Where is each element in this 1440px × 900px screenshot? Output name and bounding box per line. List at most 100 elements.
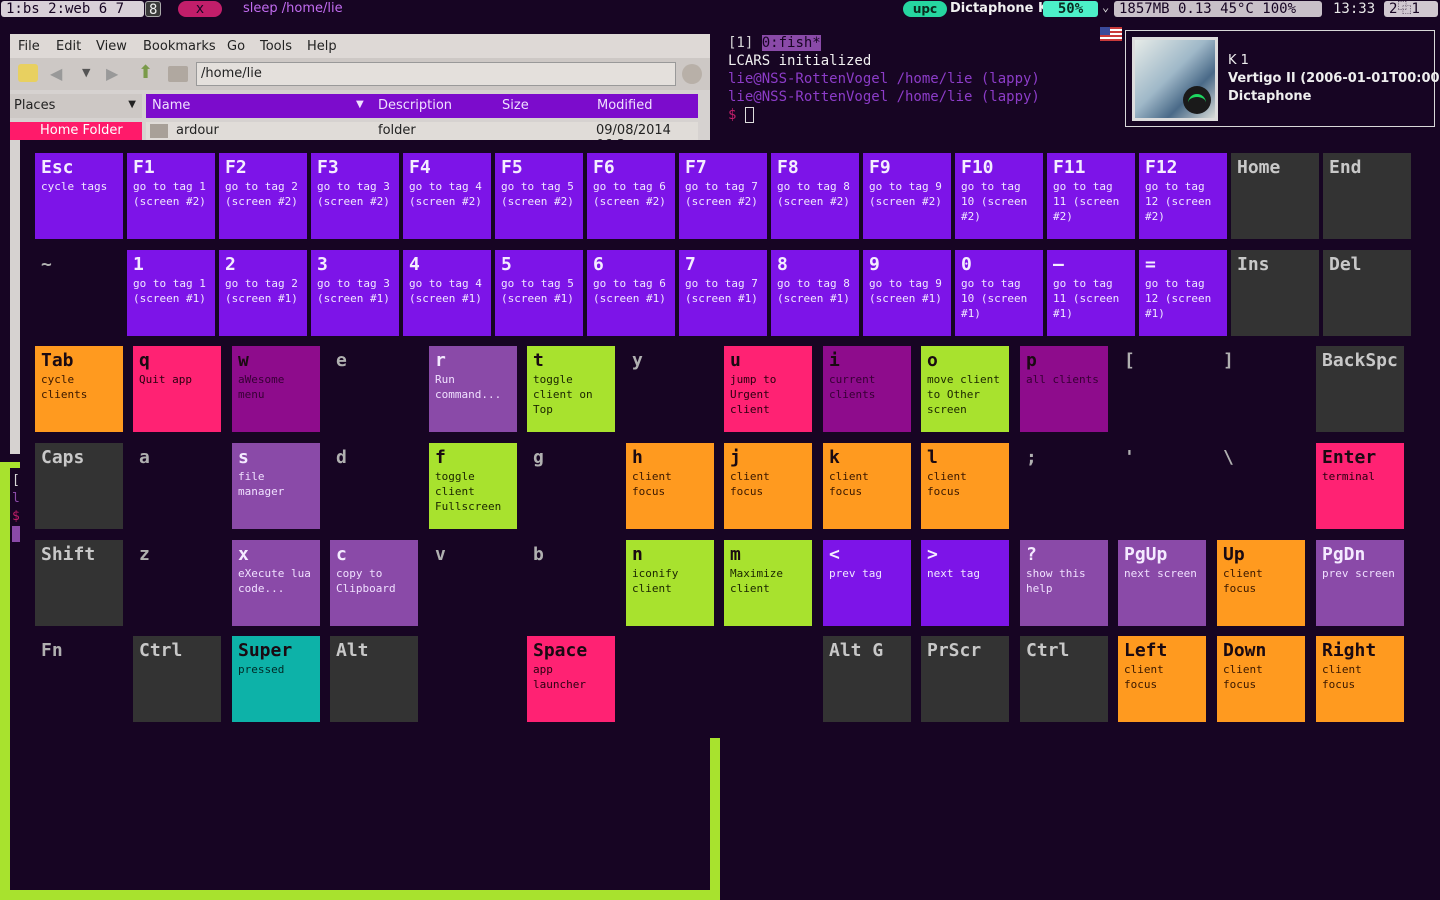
key-description: go to tag 1 (screen #2) [133,180,206,208]
key-label: v [435,544,446,565]
key-description: show this help [1026,567,1086,595]
key-label: Home [1237,157,1281,178]
tag-current[interactable]: 8 [145,1,161,18]
screen-indicator[interactable]: 2⿻1 [1384,1,1438,17]
key-label: Ctrl [139,640,183,661]
key-n: n iconify client [626,540,714,626]
key-description: app launcher [533,663,586,691]
key-label: h [632,447,643,468]
key-prscr: PrScr [921,636,1009,722]
tasklist-title[interactable]: sleep /home/lie [243,1,343,16]
menu-file[interactable]: File [18,39,40,54]
key-esc: Esc cycle tags [35,153,123,239]
terminal-input-line[interactable]: $ [728,106,1128,124]
close-client-button[interactable]: x [178,1,222,17]
key-y: y [626,346,714,432]
key-label: z [139,544,150,565]
folder-icon [168,66,188,82]
key-description: go to tag 4 (screen #2) [409,180,482,208]
key-f11: F11 go to tag 11 (screen #2) [1047,153,1135,239]
home-icon[interactable] [18,64,38,82]
column-modified[interactable]: Modified [597,98,652,113]
key-f1: F1 go to tag 1 (screen #2) [127,153,215,239]
key-label: b [533,544,544,565]
key-f3: F3 go to tag 3 (screen #2) [311,153,399,239]
places-header[interactable]: Places ▼ [10,94,142,118]
history-dropdown-icon[interactable]: ▼ [82,66,90,79]
network-widget[interactable]: upc [903,1,947,17]
key-label: o [927,350,938,371]
key-7: 7 go to tag 7 (screen #1) [679,250,767,336]
key-label: F3 [317,157,339,178]
key-super: Super pressed [232,636,320,722]
key-p: p all clients [1020,346,1108,432]
cursor [744,107,754,123]
key-description: toggle client Fullscreen [435,470,502,513]
forward-icon[interactable]: ▶ [106,64,118,83]
key-sym26: – go to tag 11 (screen #1) [1047,250,1135,336]
us-flag-icon[interactable] [1100,27,1122,41]
menu-bookmarks[interactable]: Bookmarks [143,39,216,54]
key-description: eXecute lua code... [238,567,311,595]
key-description: go to tag 4 (screen #1) [409,277,482,305]
key-j: j client focus [724,443,812,529]
key-space: Space app launcher [527,636,615,722]
menu-help[interactable]: Help [307,39,337,54]
menubar: File Edit View Bookmarks Go Tools Help [10,34,710,58]
reload-icon[interactable] [682,64,702,84]
menu-view[interactable]: View [96,39,127,54]
key-label: Tab [41,350,74,371]
key-description: aWesome menu [238,373,285,401]
column-size[interactable]: Size [502,98,529,113]
key-label: > [927,544,938,565]
chevron-down-icon[interactable]: ▼ [128,99,136,110]
path-input[interactable]: /home/lie [196,62,676,86]
terminal-window[interactable]: [1] 0:fish* LCARS initialized lie@NSS-Ro… [728,34,1128,124]
client-border-right [710,738,720,900]
key-8: 8 go to tag 8 (screen #1) [771,250,859,336]
key-description: go to tag 7 (screen #2) [685,180,758,208]
key-sym55: ' [1118,443,1206,529]
up-icon[interactable]: ⬆ [138,62,153,83]
table-row[interactable]: ardour folder 09/08/2014 06:3 [146,122,698,153]
key-description: go to tag 5 (screen #1) [501,277,574,305]
column-description[interactable]: Description [378,98,452,113]
places-item-home[interactable]: Home Folder [10,122,142,140]
notification-app: Dictaphone [1228,89,1312,104]
key-label: p [1026,350,1037,371]
key-label: F6 [593,157,615,178]
key-3: 3 go to tag 3 (screen #1) [311,250,399,336]
key-sym67: > next tag [921,540,1009,626]
back-icon[interactable]: ◀ [50,64,62,83]
key-label: Fn [41,640,63,661]
key-label: – [1053,254,1064,275]
column-name[interactable]: Name [152,98,190,113]
menu-tools[interactable]: Tools [260,39,292,54]
menu-edit[interactable]: Edit [56,39,81,54]
tab-active[interactable]: 0:fish* [761,35,821,51]
key-f12: F12 go to tag 12 (screen #2) [1139,153,1227,239]
key-f10: F10 go to tag 10 (screen #2) [955,153,1043,239]
key-description: go to tag 10 (screen #1) [961,277,1028,320]
key-sym41: [ [1118,346,1206,432]
notification-popup[interactable]: K 1 Vertigo II (2006-01-01T00:00:00) Dic… [1125,30,1440,127]
row-description: folder [378,123,416,138]
menu-go[interactable]: Go [227,39,245,54]
clock[interactable]: 13:33 [1333,1,1375,17]
key-fn: Fn [35,636,123,722]
key-t: t toggle client on Top [527,346,615,432]
volume-widget[interactable]: 50% [1043,1,1098,17]
key-description: go to tag 10 (screen #2) [961,180,1028,223]
key-label: Down [1223,640,1267,661]
key-description: prev tag [829,567,882,580]
key-description: client focus [1223,663,1263,691]
taglist[interactable]: 1:bs 2:web 6 7 [1,1,144,17]
key-label: F2 [225,157,247,178]
chevron-down-icon[interactable]: ⌄ [1102,0,1109,14]
key-label: 2 [225,254,236,275]
key-enter: Enter terminal [1316,443,1404,529]
key-ctrl: Ctrl [133,636,221,722]
key-label: ~ [41,254,52,275]
key-label: a [139,447,150,468]
sort-icon[interactable]: ▼ [356,99,364,110]
